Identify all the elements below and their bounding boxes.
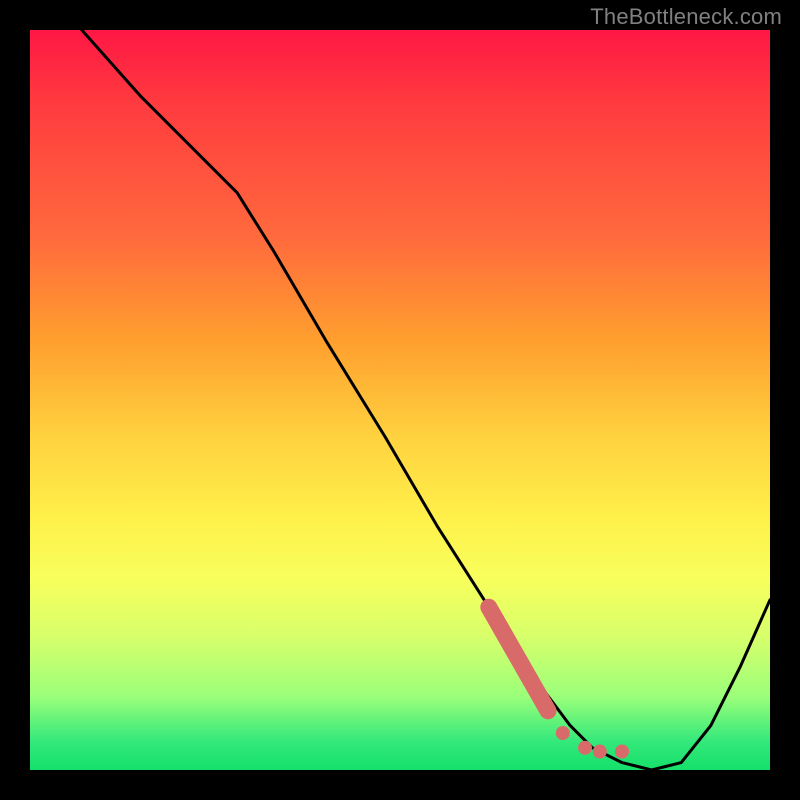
chart-plot-area — [30, 30, 770, 770]
chart-frame: TheBottleneck.com — [0, 0, 800, 800]
highlight-dot — [556, 726, 570, 740]
highlight-segment — [489, 607, 548, 711]
chart-svg — [30, 30, 770, 770]
highlight-dots — [556, 726, 629, 759]
chart-curve — [82, 30, 770, 770]
highlight-dot — [578, 741, 592, 755]
highlight-dot — [615, 745, 629, 759]
attribution-text: TheBottleneck.com — [590, 4, 782, 30]
highlight-dot — [593, 745, 607, 759]
